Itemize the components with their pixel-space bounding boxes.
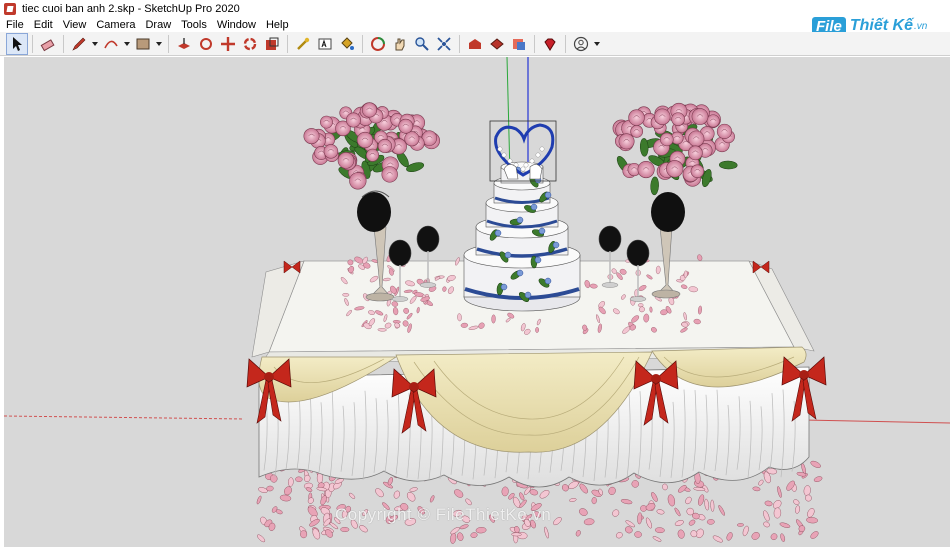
paint-bucket-icon[interactable] [336, 33, 358, 55]
pan-icon[interactable] [389, 33, 411, 55]
green-axis [506, 57, 511, 176]
right-bouquet [612, 102, 738, 196]
tape-measure-icon[interactable] [292, 33, 314, 55]
menu-bar: File Edit View Camera Draw Tools Window … [0, 18, 950, 32]
account-dropdown[interactable] [592, 33, 602, 55]
scene-canvas[interactable] [4, 57, 950, 547]
copyright-watermark: Copyright © FileThietKe.vn [335, 505, 552, 524]
pencil-icon[interactable] [68, 33, 90, 55]
shape-icon[interactable] [132, 33, 154, 55]
menu-help[interactable]: Help [260, 19, 293, 31]
shape-dropdown[interactable] [154, 33, 164, 55]
menu-window[interactable]: Window [211, 19, 260, 31]
warehouse-icon[interactable] [464, 33, 486, 55]
menu-tools[interactable]: Tools [175, 19, 211, 31]
push-pull-icon[interactable] [173, 33, 195, 55]
zoom-extents-icon[interactable] [433, 33, 455, 55]
window-title: tiec cuoi ban anh 2.skp - SketchUp Pro 2… [22, 3, 240, 15]
red-axis [4, 415, 245, 420]
model-viewport[interactable] [4, 57, 950, 547]
left-bouquet [303, 102, 440, 190]
zoom-icon[interactable] [411, 33, 433, 55]
move-icon[interactable] [195, 33, 217, 55]
wedding-cake [463, 161, 581, 312]
sketchup-app-icon [4, 3, 16, 15]
extension-warehouse-icon[interactable] [486, 33, 508, 55]
ruby-icon[interactable] [539, 33, 561, 55]
menu-camera[interactable]: Camera [90, 19, 139, 31]
brand-logo-suffix: .vn [913, 20, 928, 32]
menu-view[interactable]: View [57, 19, 91, 31]
eraser-icon[interactable] [37, 33, 59, 55]
pencil-dropdown[interactable] [90, 33, 100, 55]
scale-icon[interactable] [239, 33, 261, 55]
title-bar: tiec cuoi ban anh 2.skp - SketchUp Pro 2… [0, 0, 950, 18]
offset-icon[interactable] [261, 33, 283, 55]
rotate-icon[interactable] [217, 33, 239, 55]
menu-file[interactable]: File [0, 19, 28, 31]
select-icon[interactable] [6, 32, 28, 55]
text-icon[interactable] [314, 33, 336, 55]
menu-edit[interactable]: Edit [28, 19, 57, 31]
arc-dropdown[interactable] [122, 33, 132, 55]
account-icon[interactable] [570, 33, 592, 55]
red-axis-right [803, 419, 950, 424]
menu-draw[interactable]: Draw [139, 19, 175, 31]
arc-icon[interactable] [100, 33, 122, 55]
send-to-layout-icon[interactable] [508, 33, 530, 55]
orbit-icon[interactable] [367, 33, 389, 55]
main-toolbar [0, 32, 950, 56]
